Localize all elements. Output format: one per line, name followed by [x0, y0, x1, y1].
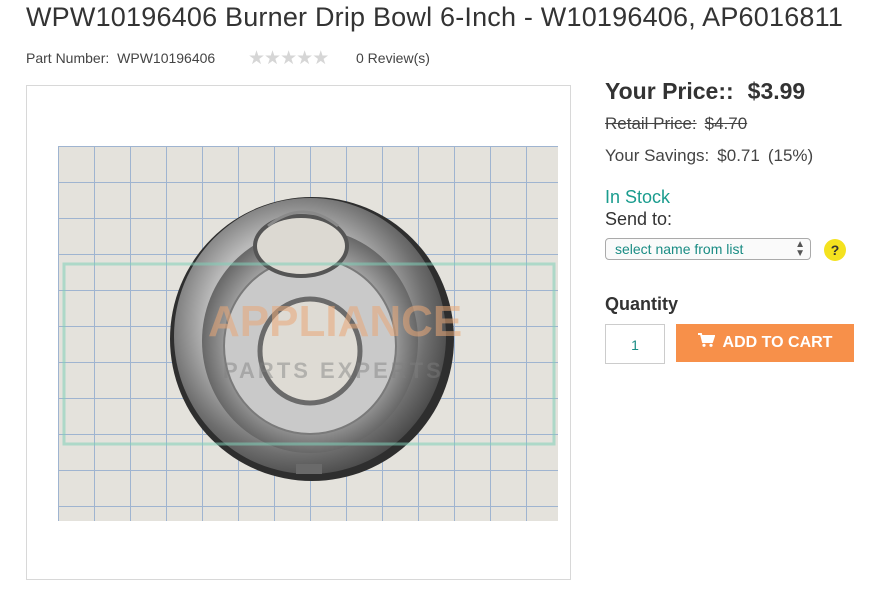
watermark-text: APPLIANCE [208, 297, 462, 346]
your-price-value: $3.99 [747, 78, 806, 104]
savings-percent: (15%) [767, 146, 814, 165]
savings-value: $0.71 [717, 146, 760, 165]
star-icon: ★ [264, 48, 281, 69]
part-number-label: Part Number: [26, 50, 110, 66]
star-icon: ★ [280, 48, 297, 69]
product-title: WPW10196406 Burner Drip Bowl 6-Inch - W1… [26, 2, 844, 32]
select-placeholder: select name from list [615, 241, 744, 257]
reviews-link[interactable]: 0 Review(s) [356, 50, 430, 66]
watermark-logo: APPLIANCE PARTS EXPERTS [62, 262, 556, 446]
rating-stars[interactable]: ★★★★★ [248, 47, 329, 70]
your-price: Your Price:: $3.99 [605, 78, 805, 105]
retail-price-label: Retail Price: [605, 114, 697, 133]
your-savings: Your Savings: $0.71 (15%) [605, 146, 813, 166]
quantity-input[interactable]: 1 [605, 324, 665, 364]
star-icon: ★ [248, 48, 265, 69]
star-icon: ★ [312, 48, 329, 69]
cart-icon [697, 324, 715, 362]
add-to-cart-label: ADD TO CART [722, 334, 833, 352]
your-price-label: Your Price:: [605, 78, 734, 104]
product-image-frame: APPLIANCE PARTS EXPERTS [26, 85, 571, 580]
watermark-subtext: PARTS EXPERTS [223, 358, 444, 383]
product-image[interactable]: APPLIANCE PARTS EXPERTS [58, 146, 558, 521]
retail-price: Retail Price: $4.70 [605, 114, 747, 134]
stock-status: In Stock [605, 187, 671, 207]
send-to-label: Send to: [605, 209, 673, 229]
retail-price-value: $4.70 [704, 114, 748, 133]
star-icon: ★ [296, 48, 313, 69]
send-to-select[interactable]: select name from list ▲ ▼ [605, 238, 811, 260]
part-number: Part Number: WPW10196406 [26, 50, 215, 66]
add-to-cart-button[interactable]: ADD TO CART [676, 324, 854, 362]
part-number-value: WPW10196406 [117, 50, 216, 66]
quantity-label: Quantity [605, 294, 679, 314]
savings-label: Your Savings: [605, 146, 710, 165]
help-icon[interactable]: ? [824, 239, 846, 261]
select-arrows-icon: ▲ ▼ [795, 239, 805, 259]
